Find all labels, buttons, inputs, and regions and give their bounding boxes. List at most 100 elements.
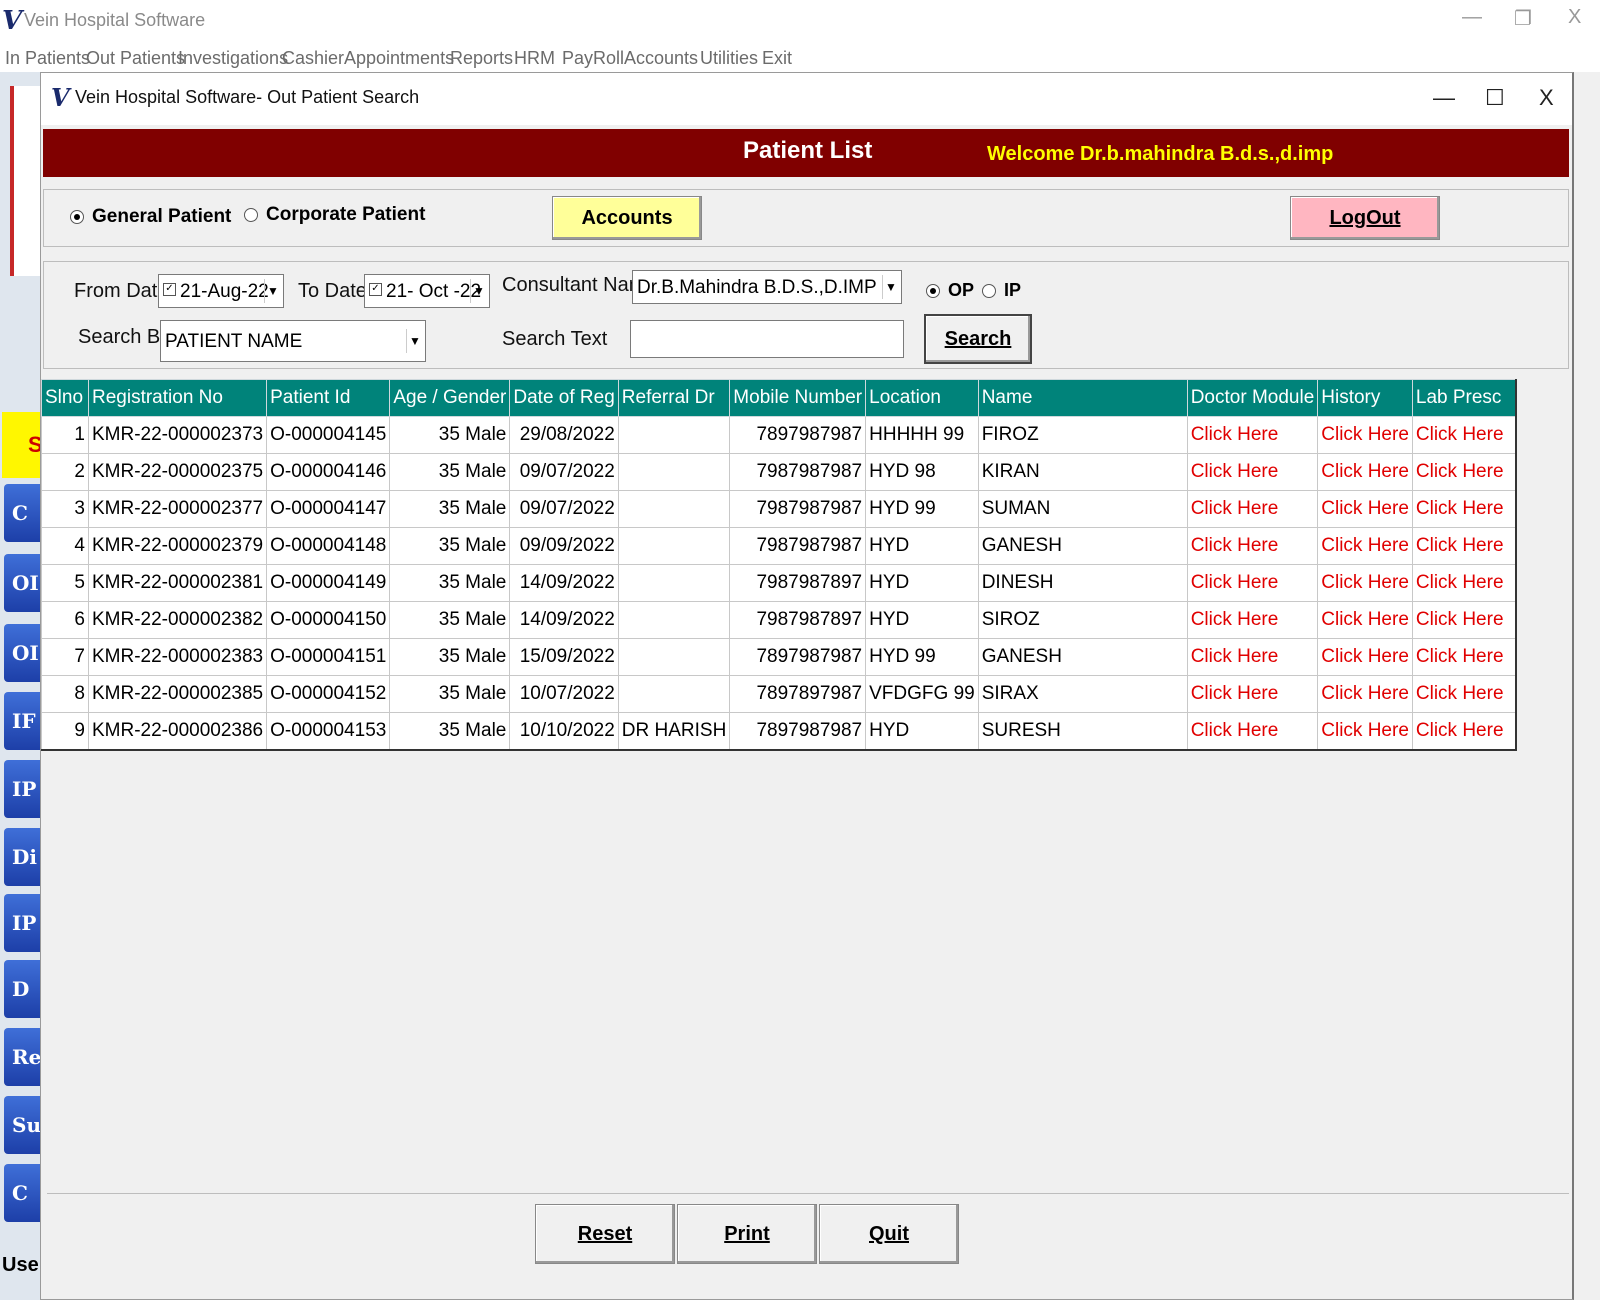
menu-hrm[interactable]: HRM (514, 48, 555, 69)
menu-in-patients[interactable]: In Patients (5, 48, 90, 69)
dialog-minimize-button[interactable]: — (1433, 85, 1455, 111)
background-side-button[interactable]: OI (4, 554, 42, 612)
checkbox-checked-icon[interactable]: ✓ (163, 283, 176, 296)
main-restore-button[interactable]: ❐ (1514, 6, 1532, 31)
col-lab-presc[interactable]: Lab Presc (1411, 379, 1517, 417)
quit-button[interactable]: Quit (819, 1204, 959, 1264)
history-link[interactable]: Click Here (1317, 416, 1413, 454)
background-side-button[interactable]: OI (4, 624, 42, 682)
checkbox-checked-icon[interactable]: ✓ (369, 283, 382, 296)
to-date-picker[interactable]: ✓ 21- Oct -22 ▼ (364, 274, 490, 308)
background-side-button[interactable]: Su (4, 1096, 42, 1154)
history-link[interactable]: Click Here (1317, 564, 1413, 602)
table-row[interactable]: 6 KMR-22-000002382 O-000004150 35 Male 1… (41, 601, 1517, 639)
menu-reports[interactable]: Reports (450, 48, 513, 69)
doctor-module-link[interactable]: Click Here (1186, 638, 1319, 676)
dropdown-arrow-icon[interactable]: ▼ (406, 329, 423, 353)
background-side-button[interactable]: IF (4, 692, 42, 750)
col-age-gender[interactable]: Age / Gender (389, 379, 511, 417)
table-row[interactable]: 5 KMR-22-000002381 O-000004149 35 Male 1… (41, 564, 1517, 602)
history-link[interactable]: Click Here (1317, 712, 1413, 751)
reset-button[interactable]: Reset (535, 1204, 675, 1264)
col-date-of-reg[interactable]: Date of Reg (509, 379, 619, 417)
col-location[interactable]: Location (865, 379, 979, 417)
main-close-button[interactable]: X (1568, 6, 1581, 29)
ip-radio[interactable]: IP (982, 280, 1021, 301)
doctor-module-link[interactable]: Click Here (1186, 416, 1319, 454)
lab-presc-link[interactable]: Click Here (1411, 638, 1517, 676)
dropdown-arrow-icon[interactable]: ▼ (470, 279, 487, 303)
background-side-button[interactable]: C (4, 1164, 42, 1222)
lab-presc-link[interactable]: Click Here (1411, 675, 1517, 713)
doctor-module-link[interactable]: Click Here (1186, 490, 1319, 528)
lab-presc-link[interactable]: Click Here (1411, 712, 1517, 751)
history-link[interactable]: Click Here (1317, 453, 1413, 491)
print-button[interactable]: Print (677, 1204, 817, 1264)
general-patient-radio[interactable]: General Patient (70, 206, 231, 228)
op-radio[interactable]: OP (926, 280, 974, 301)
history-link[interactable]: Click Here (1317, 638, 1413, 676)
menu-cashier[interactable]: Cashier (282, 48, 344, 69)
history-link[interactable]: Click Here (1317, 601, 1413, 639)
background-side-button[interactable]: Res (4, 1028, 42, 1086)
menu-out-patients[interactable]: Out Patients (86, 48, 185, 69)
table-row[interactable]: 3 KMR-22-000002377 O-000004147 35 Male 0… (41, 490, 1517, 528)
menu-utilities[interactable]: Utilities (700, 48, 758, 69)
lab-presc-link[interactable]: Click Here (1411, 527, 1517, 565)
table-row[interactable]: 8 KMR-22-000002385 O-000004152 35 Male 1… (41, 675, 1517, 713)
lab-presc-link[interactable]: Click Here (1411, 490, 1517, 528)
table-row[interactable]: 1 KMR-22-000002373 O-000004145 35 Male 2… (41, 416, 1517, 454)
table-row[interactable]: 9 KMR-22-000002386 O-000004153 35 Male 1… (41, 712, 1517, 751)
doctor-module-link[interactable]: Click Here (1186, 453, 1319, 491)
dropdown-arrow-icon[interactable]: ▼ (882, 275, 899, 299)
history-link[interactable]: Click Here (1317, 675, 1413, 713)
background-side-button[interactable]: IP (4, 894, 42, 952)
doctor-module-link[interactable]: Click Here (1186, 712, 1319, 751)
lab-presc-link[interactable]: Click Here (1411, 416, 1517, 454)
col-slno[interactable]: Slno (41, 379, 89, 417)
menu-accounts[interactable]: Accounts (624, 48, 698, 69)
menu-payroll[interactable]: PayRoll (562, 48, 624, 69)
menu-investigations[interactable]: Investigations (178, 48, 288, 69)
col-mobile-number[interactable]: Mobile Number (729, 379, 867, 417)
dialog-close-button[interactable]: X (1539, 85, 1554, 111)
dialog-maximize-button[interactable]: ☐ (1485, 85, 1505, 111)
history-link[interactable]: Click Here (1317, 527, 1413, 565)
cell-age-gender: 35 Male (389, 675, 511, 713)
consultant-select[interactable]: Dr.B.Mahindra B.D.S.,D.IMP ▼ (632, 270, 902, 304)
table-row[interactable]: 2 KMR-22-000002375 O-000004146 35 Male 0… (41, 453, 1517, 491)
background-side-button[interactable]: C (4, 484, 42, 542)
from-date-picker[interactable]: ✓ 21-Aug-22 ▼ (158, 274, 284, 308)
corporate-patient-radio[interactable]: Corporate Patient (244, 204, 425, 226)
col-registration-no[interactable]: Registration No (87, 379, 268, 417)
table-row[interactable]: 7 KMR-22-000002383 O-000004151 35 Male 1… (41, 638, 1517, 676)
lab-presc-link[interactable]: Click Here (1411, 453, 1517, 491)
main-minimize-button[interactable]: — (1462, 6, 1482, 29)
col-doctor-module[interactable]: Doctor Module (1186, 379, 1319, 417)
doctor-module-link[interactable]: Click Here (1186, 527, 1319, 565)
accounts-button[interactable]: Accounts (552, 196, 702, 240)
dropdown-arrow-icon[interactable]: ▼ (264, 279, 281, 303)
out-patient-search-dialog: V Vein Hospital Software- Out Patient Se… (40, 72, 1574, 1300)
history-link[interactable]: Click Here (1317, 490, 1413, 528)
doctor-module-link[interactable]: Click Here (1186, 675, 1319, 713)
menu-exit[interactable]: Exit (762, 48, 792, 69)
search-by-select[interactable]: PATIENT NAME ▼ (160, 320, 426, 362)
logout-button[interactable]: LogOut (1290, 196, 1440, 240)
col-referral-dr[interactable]: Referral Dr (617, 379, 731, 417)
background-yellow-button[interactable]: S (2, 412, 43, 478)
lab-presc-link[interactable]: Click Here (1411, 564, 1517, 602)
menu-appointments[interactable]: Appointments (344, 48, 454, 69)
doctor-module-link[interactable]: Click Here (1186, 601, 1319, 639)
background-side-button[interactable]: D (4, 960, 42, 1018)
col-patient-id[interactable]: Patient Id (266, 379, 391, 417)
col-name[interactable]: Name (977, 379, 1188, 417)
search-text-input[interactable] (630, 320, 904, 358)
table-row[interactable]: 4 KMR-22-000002379 O-000004148 35 Male 0… (41, 527, 1517, 565)
search-button[interactable]: Search (924, 314, 1032, 364)
col-history[interactable]: History (1317, 379, 1413, 417)
lab-presc-link[interactable]: Click Here (1411, 601, 1517, 639)
doctor-module-link[interactable]: Click Here (1186, 564, 1319, 602)
background-side-button[interactable]: Di (4, 828, 42, 886)
background-side-button[interactable]: IP I (4, 760, 42, 818)
